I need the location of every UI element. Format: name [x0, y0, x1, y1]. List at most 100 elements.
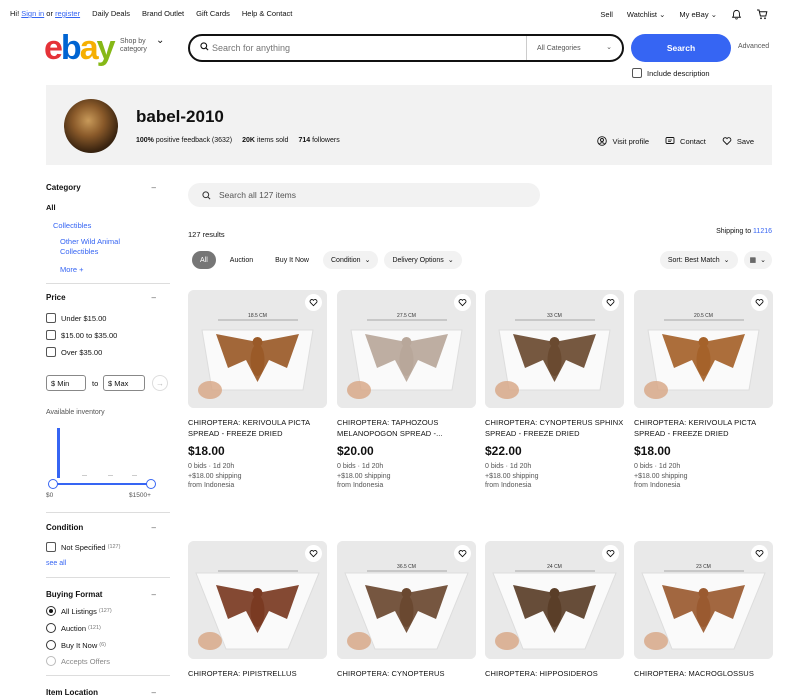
listing-title[interactable]: CHIROPTERA: KERIVOULA PICTA SPREAD - FRE… — [634, 417, 773, 439]
filter-buy-it-now[interactable]: Buy It Now — [267, 251, 317, 269]
watch-heart-button[interactable] — [751, 294, 768, 311]
filter-all[interactable]: All — [192, 251, 216, 269]
heart-icon — [458, 550, 467, 558]
format-buy-it-now[interactable]: Buy It Now (6) — [46, 640, 106, 650]
sort-dropdown[interactable]: Sort: Best Match ⌄ — [659, 251, 738, 269]
listing-card[interactable]: 23 CM CHIROPTERA: MACROGLOSSUS — [634, 541, 773, 690]
collapse-icon: – — [151, 523, 156, 532]
sell-link[interactable]: Sell — [600, 10, 613, 19]
listing-price: $22.00 — [485, 444, 522, 458]
format-auction[interactable]: Auction (121) — [46, 623, 101, 633]
watchlist-menu[interactable]: Watchlist ⌄ — [627, 10, 666, 19]
item-location-heading[interactable]: Item Location – — [46, 688, 156, 696]
gift-cards-link[interactable]: Gift Cards — [196, 9, 230, 18]
listing-card[interactable]: 20.5 CM CHIROPTERA: KERIVOULA PICTA SPREA… — [634, 290, 773, 491]
cart-icon[interactable] — [756, 9, 768, 20]
watch-heart-button[interactable] — [305, 294, 322, 311]
listing-title[interactable]: CHIROPTERA: CYNOPTERUS SPHINX SPREAD - F… — [485, 417, 624, 439]
listing-origin: from Indonesia — [188, 482, 235, 489]
sign-in-link[interactable]: Sign in — [21, 9, 44, 18]
listing-image[interactable]: 18.5 CM — [188, 290, 327, 408]
listing-title[interactable]: CHIROPTERA: CYNOPTERUS — [337, 668, 476, 690]
filter-condition[interactable]: Condition ⌄ — [323, 251, 379, 269]
heart-icon — [755, 299, 764, 307]
my-ebay-menu[interactable]: My eBay ⌄ — [679, 10, 717, 19]
listing-card[interactable]: 24 CM CHIROPTERA: HIPPOSIDEROS — [485, 541, 624, 690]
listing-meta: 0 bids · 1d 20h +$18.00 shipping from Indo… — [188, 462, 327, 491]
listing-image[interactable]: 20.5 CM — [634, 290, 773, 408]
category-other-wild-animal[interactable]: Other Wild Animal Collectibles — [60, 237, 120, 256]
heart-icon — [606, 550, 615, 558]
zip-link[interactable]: 11216 — [753, 228, 772, 235]
results-count: 127 results — [188, 230, 225, 239]
listing-card[interactable]: 18.5 CM CHIROPTERA: KERIVOULA PICTA SPREA… — [188, 290, 327, 491]
search-button[interactable]: Search — [631, 34, 731, 62]
watch-heart-button[interactable] — [454, 294, 471, 311]
listing-image[interactable]: 23 CM — [634, 541, 773, 659]
category-more-link[interactable]: More + — [60, 265, 84, 274]
watch-heart-button[interactable] — [751, 545, 768, 562]
listing-card[interactable]: 33 CM CHIROPTERA: CYNOPTERUS SPHINX SPREA… — [485, 290, 624, 491]
listing-title[interactable]: CHIROPTERA: HIPPOSIDEROS — [485, 668, 624, 690]
store-avatar[interactable] — [64, 99, 118, 153]
condition-not-specified[interactable]: Not Specified (127) — [46, 542, 120, 552]
advanced-search-link[interactable]: Advanced — [738, 43, 769, 50]
listing-image[interactable]: 36.5 CM — [337, 541, 476, 659]
listing-image[interactable]: 33 CM — [485, 290, 624, 408]
contact-button[interactable]: Contact — [665, 136, 706, 146]
price-over-35[interactable]: Over $35.00 — [46, 347, 102, 357]
filter-auction[interactable]: Auction — [222, 251, 261, 269]
daily-deals-link[interactable]: Daily Deals — [92, 9, 130, 18]
save-seller-button[interactable]: Save — [722, 136, 754, 146]
listing-title[interactable]: CHIROPTERA: TAPHOZOUS MELANOPOGON SPREAD… — [337, 417, 476, 439]
help-contact-link[interactable]: Help & Contact — [242, 9, 292, 18]
watch-heart-button[interactable] — [454, 545, 471, 562]
listing-image[interactable]: 24 CM — [485, 541, 624, 659]
filter-delivery-options[interactable]: Delivery Options ⌄ — [384, 251, 462, 269]
store-name[interactable]: babel-2010 — [136, 107, 224, 127]
category-heading[interactable]: Category – — [46, 183, 156, 192]
brand-outlet-link[interactable]: Brand Outlet — [142, 9, 184, 18]
price-under-15[interactable]: Under $15.00 — [46, 313, 106, 323]
price-to-label: to — [92, 379, 99, 388]
watch-heart-button[interactable] — [602, 545, 619, 562]
buying-format-heading[interactable]: Buying Format – — [46, 590, 156, 599]
include-description[interactable]: Include description — [632, 68, 710, 78]
category-select[interactable]: All Categories ⌄ — [526, 36, 622, 60]
category-all[interactable]: All — [46, 203, 56, 212]
watch-heart-button[interactable] — [305, 545, 322, 562]
store-search-input[interactable]: Search all 127 items — [188, 183, 540, 207]
listing-card[interactable]: 36.5 CM CHIROPTERA: CYNOPTERUS — [337, 541, 476, 690]
listing-image[interactable] — [188, 541, 327, 659]
bell-icon[interactable] — [731, 9, 742, 20]
price-min-input[interactable]: $ Min — [46, 375, 86, 391]
category-collectibles[interactable]: Collectibles — [53, 221, 91, 230]
include-description-checkbox[interactable] — [632, 68, 642, 78]
listing-card[interactable]: CHIROPTERA: PIPISTRELLUS — [188, 541, 327, 690]
listing-image[interactable]: 27.5 CM — [337, 290, 476, 408]
price-max-input[interactable]: $ Max — [103, 375, 145, 391]
ebay-logo[interactable]: ebay — [44, 31, 116, 65]
range-max-handle[interactable] — [146, 479, 156, 489]
search-icon — [200, 42, 209, 51]
ruler-label: 18.5 CM — [248, 313, 267, 319]
view-toggle[interactable]: ▦ ⌄ — [743, 251, 772, 269]
register-link[interactable]: register — [55, 9, 80, 18]
listing-title[interactable]: CHIROPTERA: PIPISTRELLUS — [188, 668, 327, 690]
listing-title[interactable]: CHIROPTERA: MACROGLOSSUS — [634, 668, 773, 690]
listing-card[interactable]: 27.5 CM CHIROPTERA: TAPHOZOUS MELANOPOGON… — [337, 290, 476, 491]
condition-heading[interactable]: Condition – — [46, 523, 156, 532]
shop-by-category[interactable]: Shop by category ⌄ — [120, 36, 164, 54]
price-15-to-35[interactable]: $15.00 to $35.00 — [46, 330, 117, 340]
price-heading[interactable]: Price – — [46, 293, 156, 302]
format-all-listings[interactable]: All Listings (127) — [46, 606, 112, 616]
listing-price: $20.00 — [337, 444, 374, 458]
visit-profile-button[interactable]: Visit profile — [597, 136, 649, 146]
see-all-link[interactable]: see all — [46, 560, 66, 567]
format-accepts-offers[interactable]: Accepts Offers — [46, 656, 110, 666]
search-input[interactable] — [212, 43, 522, 53]
arrow-right-icon[interactable]: → — [152, 375, 168, 391]
range-min-handle[interactable] — [48, 479, 58, 489]
listing-title[interactable]: CHIROPTERA: KERIVOULA PICTA SPREAD - FRE… — [188, 417, 327, 439]
watch-heart-button[interactable] — [602, 294, 619, 311]
